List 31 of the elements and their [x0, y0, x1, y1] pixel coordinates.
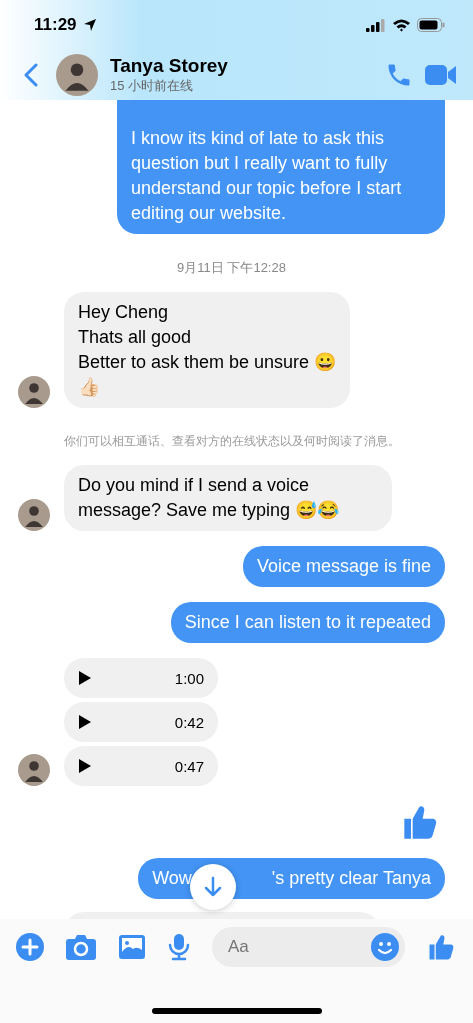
message-bubble: Do you mind if I send a voice message? Save me typing 😅😂	[64, 465, 392, 531]
timestamp: 9月11日 下午12:28	[176, 259, 287, 277]
presence-status: 15 小时前在线	[110, 77, 195, 95]
video-call-icon[interactable]	[425, 63, 457, 87]
location-arrow-icon	[82, 18, 97, 32]
chat-notice: 你们可以相互通话、查看对方的在线状态以及何时阅读了消息。	[62, 433, 401, 450]
contact-name: Tanya Storey	[110, 55, 229, 77]
avatar[interactable]	[56, 54, 98, 96]
emoji-icon[interactable]	[371, 933, 399, 961]
play-icon[interactable]	[78, 714, 92, 730]
microphone-icon[interactable]	[168, 933, 190, 961]
message-bubble: Hey Cheng Thats all good Better to ask them be unsure 😀 👍🏻	[64, 292, 351, 408]
arrow-down-icon	[203, 876, 224, 898]
message-bubble: Since I can listen to it repeated	[170, 602, 445, 643]
message-bubble: I know its kind of late to ask this question but I really want to fully understand our topic before I start editing our website.	[117, 100, 445, 234]
wifi-icon	[392, 18, 411, 32]
image-icon[interactable]	[118, 934, 146, 960]
status-time: 11:29	[34, 15, 77, 35]
battery-icon	[417, 18, 445, 32]
play-icon[interactable]	[78, 670, 92, 686]
signal-icon	[366, 18, 386, 32]
camera-icon[interactable]	[66, 934, 96, 960]
voice-message[interactable]: 0:42	[64, 702, 218, 742]
play-icon[interactable]	[78, 758, 92, 774]
voice-message[interactable]: 0:47	[64, 746, 218, 786]
scroll-down-button[interactable]	[190, 864, 237, 910]
add-icon[interactable]	[16, 933, 44, 961]
message-input[interactable]: Aa	[212, 927, 405, 967]
message-bubble: Voice message is fine	[242, 546, 445, 587]
back-icon[interactable]	[24, 63, 38, 87]
voice-message[interactable]: 1:00	[64, 658, 218, 698]
